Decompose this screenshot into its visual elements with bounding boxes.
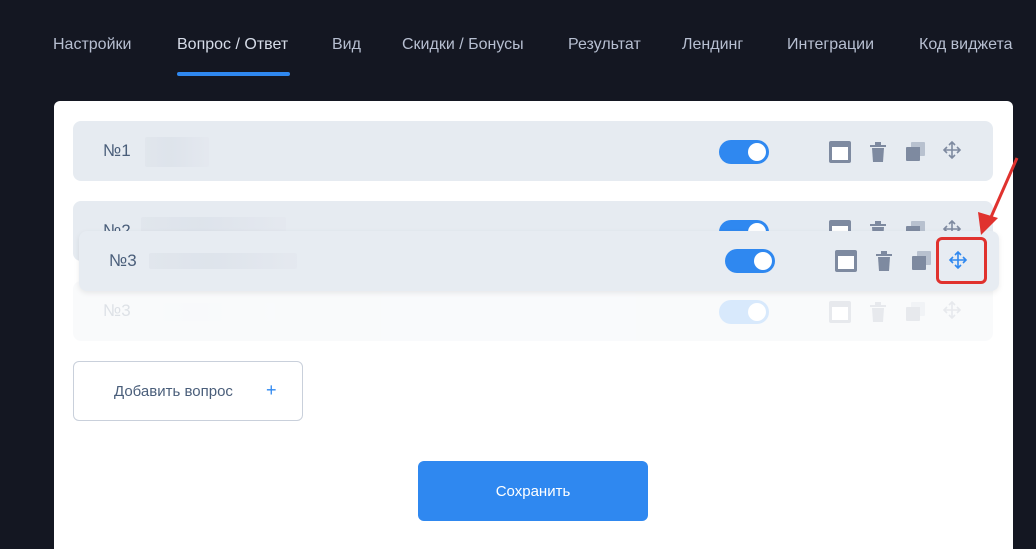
tab-result[interactable]: Результат [568, 36, 641, 54]
question-number: №3 [103, 301, 131, 320]
question-title-blurred [149, 253, 297, 269]
tab-questions[interactable]: Вопрос / Ответ [177, 36, 288, 54]
window-icon[interactable] [827, 139, 853, 165]
question-title-blurred [145, 137, 209, 167]
question-number: №3 [109, 251, 137, 270]
question-row[interactable]: №1 [73, 121, 993, 181]
tab-widget-code[interactable]: Код виджета [919, 36, 1013, 54]
plus-icon: + [266, 380, 277, 400]
add-question-label: Добавить вопрос [114, 383, 233, 400]
tab-integrations[interactable]: Интеграции [787, 36, 874, 54]
move-icon [939, 297, 965, 323]
add-question-button[interactable]: Добавить вопрос + [73, 361, 303, 421]
tab-landing[interactable]: Лендинг [682, 36, 743, 54]
trash-icon[interactable] [871, 248, 897, 274]
question-toggle[interactable] [719, 140, 769, 164]
trash-icon[interactable] [865, 139, 891, 165]
move-icon[interactable] [939, 137, 965, 163]
trash-icon [865, 299, 891, 325]
copy-icon [903, 299, 929, 325]
window-icon [827, 299, 853, 325]
move-icon-highlight [936, 237, 987, 284]
window-icon[interactable] [833, 248, 859, 274]
tab-discounts[interactable]: Скидки / Бонусы [402, 36, 524, 54]
copy-icon[interactable] [903, 139, 929, 165]
active-tab-indicator [177, 72, 290, 76]
question-number: №1 [103, 141, 131, 160]
tab-settings[interactable]: Настройки [53, 36, 131, 54]
tab-view[interactable]: Вид [332, 36, 361, 54]
question-toggle[interactable] [725, 249, 775, 273]
save-button[interactable]: Сохранить [418, 461, 648, 521]
question-row-dragging[interactable]: №3 [79, 231, 999, 291]
copy-icon[interactable] [909, 248, 935, 274]
question-title-blurred [145, 303, 275, 321]
question-toggle [719, 300, 769, 324]
tab-bar: Настройки Вопрос / Ответ Вид Скидки / Бо… [0, 0, 1036, 80]
